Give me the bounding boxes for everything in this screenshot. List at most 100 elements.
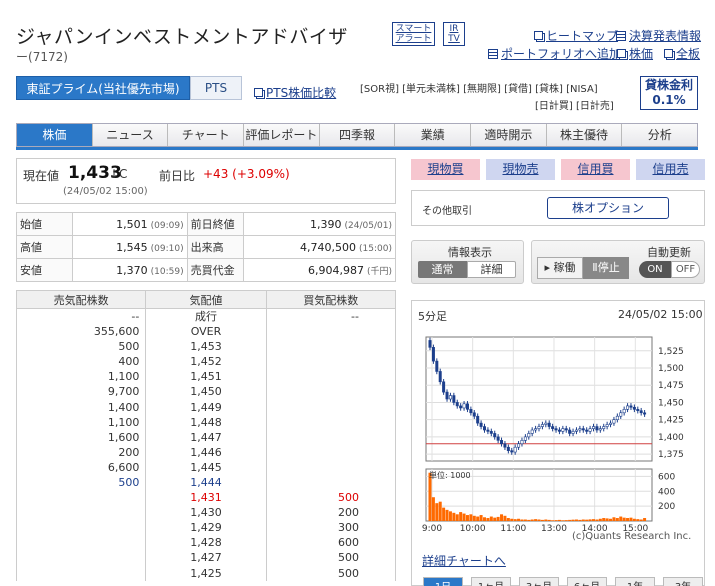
stop-button[interactable]: Ⅱ停止 bbox=[583, 257, 629, 279]
tab-price[interactable]: 株価 bbox=[17, 124, 92, 146]
auto-off-toggle[interactable]: OFF bbox=[671, 261, 700, 278]
bid-qty[interactable]: 200 bbox=[265, 505, 397, 521]
candle-body bbox=[571, 431, 575, 434]
display-detail-button[interactable]: 詳細 bbox=[467, 261, 516, 278]
ohlc-value: 1,545 (09:10) bbox=[72, 235, 188, 259]
tab-analysis[interactable]: 分析 bbox=[621, 124, 698, 146]
bid-qty[interactable] bbox=[265, 384, 397, 400]
quote-price[interactable]: 1,453 bbox=[145, 339, 267, 355]
bid-qty[interactable] bbox=[265, 474, 397, 491]
ask-qty[interactable]: 200 bbox=[15, 444, 147, 460]
bid-qty[interactable]: 500 bbox=[265, 550, 397, 566]
tab-report[interactable]: 評価レポート bbox=[243, 124, 319, 146]
ask-qty[interactable]: 6,600 bbox=[15, 459, 147, 475]
market-tab-pts[interactable]: PTS bbox=[190, 76, 242, 100]
tab-shikiho[interactable]: 四季報 bbox=[318, 124, 395, 146]
stock-option-button[interactable]: 株オプション bbox=[547, 197, 669, 219]
quote-price[interactable]: 1,446 bbox=[145, 444, 267, 460]
quote-price[interactable]: 1,430 bbox=[145, 505, 267, 521]
quote-price[interactable]: 1,449 bbox=[145, 399, 267, 415]
range-tab[interactable]: 1ヶ月 bbox=[471, 577, 511, 586]
ask-qty[interactable]: 500 bbox=[15, 474, 147, 491]
smart-alert-button[interactable]: スマート アラート bbox=[392, 22, 435, 46]
tab-news[interactable]: ニュース bbox=[91, 124, 168, 146]
volume-bar bbox=[476, 516, 480, 521]
bid-qty[interactable]: 500 bbox=[265, 565, 397, 581]
quote-price[interactable]: 1,451 bbox=[145, 369, 267, 385]
bid-qty[interactable] bbox=[265, 324, 397, 340]
tab-disclosure[interactable]: 適時開示 bbox=[470, 124, 546, 146]
margin-sell-button[interactable]: 信用売 bbox=[636, 159, 705, 180]
ask-qty[interactable]: 355,600 bbox=[15, 324, 147, 340]
bid-qty[interactable] bbox=[265, 399, 397, 415]
bid-qty[interactable]: 500 bbox=[265, 490, 397, 506]
range-tab[interactable]: 1年 bbox=[615, 577, 655, 586]
quote-price[interactable]: 1,452 bbox=[145, 354, 267, 370]
range-tab[interactable]: 3年 bbox=[663, 577, 703, 586]
range-tab[interactable]: 1日 bbox=[423, 577, 463, 586]
ask-qty[interactable] bbox=[15, 490, 147, 506]
bid-qty[interactable] bbox=[265, 369, 397, 385]
display-normal-button[interactable]: 通常 bbox=[418, 261, 467, 278]
bid-qty[interactable]: -- bbox=[265, 308, 397, 324]
quote-price[interactable]: 成行 bbox=[145, 308, 267, 324]
cash-sell-button[interactable]: 現物売 bbox=[486, 159, 555, 180]
quote-price[interactable]: 1,431 bbox=[145, 490, 267, 506]
bid-qty[interactable] bbox=[265, 414, 397, 430]
candle-body bbox=[513, 446, 517, 453]
range-tab[interactable]: 6ヶ月 bbox=[567, 577, 607, 586]
lending-fee-box[interactable]: 貸株金利 0.1% bbox=[640, 76, 698, 110]
ir-tv-button[interactable]: IR TV bbox=[443, 22, 465, 46]
ask-qty[interactable]: 1,100 bbox=[15, 414, 147, 430]
ask-qty[interactable]: 9,700 bbox=[15, 384, 147, 400]
detail-chart-link[interactable]: 詳細チャートへ bbox=[422, 552, 506, 569]
quote-price[interactable]: 1,429 bbox=[145, 520, 267, 536]
ask-qty[interactable] bbox=[15, 505, 147, 521]
quote-price[interactable]: 1,425 bbox=[145, 565, 267, 581]
run-button[interactable]: ▸ 稼働 bbox=[537, 257, 583, 279]
range-tab[interactable]: 3ヶ月 bbox=[519, 577, 559, 586]
tab-results[interactable]: 業績 bbox=[394, 124, 471, 146]
ohlc-time: (09:10) bbox=[150, 243, 184, 254]
quote-price[interactable]: 1,450 bbox=[145, 384, 267, 400]
tab-chart[interactable]: チャート bbox=[167, 124, 244, 146]
ask-qty[interactable] bbox=[15, 565, 147, 581]
price-link[interactable]: 株価 bbox=[617, 45, 653, 62]
earnings-link[interactable]: 決算発表情報 bbox=[616, 27, 701, 44]
bid-qty[interactable] bbox=[265, 459, 397, 475]
candle-body bbox=[445, 391, 449, 400]
ask-qty[interactable]: 1,400 bbox=[15, 399, 147, 415]
quote-price[interactable]: OVER bbox=[145, 324, 267, 340]
quote-price[interactable]: 1,427 bbox=[145, 550, 267, 566]
quote-price[interactable]: 1,444 bbox=[145, 474, 267, 491]
add-portfolio-link[interactable]: ポートフォリオへ追加 bbox=[488, 45, 621, 62]
tab-benefits[interactable]: 株主優待 bbox=[545, 124, 622, 146]
full-board-link[interactable]: 全板 bbox=[664, 45, 700, 62]
ask-qty[interactable]: 1,100 bbox=[15, 369, 147, 385]
quote-price[interactable]: 1,428 bbox=[145, 535, 267, 551]
market-tab-tse[interactable]: 東証プライム(当社優先市場) bbox=[16, 76, 190, 100]
ask-qty[interactable]: 400 bbox=[15, 354, 147, 370]
quote-price[interactable]: 1,445 bbox=[145, 459, 267, 475]
ask-qty[interactable]: -- bbox=[15, 308, 147, 324]
bid-qty[interactable]: 600 bbox=[265, 535, 397, 551]
intraday-chart[interactable]: 1,525 1,500 1,475 1,450 1,425 1,400 1,375 600 40… bbox=[412, 301, 704, 585]
quote-price[interactable]: 1,448 bbox=[145, 414, 267, 430]
pts-compare-link[interactable]: PTS株価比較 bbox=[254, 84, 336, 101]
ask-qty[interactable]: 1,600 bbox=[15, 429, 147, 445]
ask-qty[interactable]: 500 bbox=[15, 339, 147, 355]
ask-qty[interactable] bbox=[15, 535, 147, 551]
ask-qty[interactable] bbox=[15, 550, 147, 566]
bid-qty[interactable] bbox=[265, 354, 397, 370]
bid-qty[interactable] bbox=[265, 444, 397, 460]
cash-buy-button[interactable]: 現物買 bbox=[411, 159, 480, 180]
volume-bar bbox=[459, 512, 463, 521]
quote-price[interactable]: 1,447 bbox=[145, 429, 267, 445]
ask-qty[interactable] bbox=[15, 520, 147, 536]
heatmap-link[interactable]: ヒートマップ bbox=[534, 27, 618, 44]
bid-qty[interactable] bbox=[265, 339, 397, 355]
bid-qty[interactable] bbox=[265, 429, 397, 445]
auto-on-toggle[interactable]: ON bbox=[639, 261, 671, 278]
bid-qty[interactable]: 300 bbox=[265, 520, 397, 536]
margin-buy-button[interactable]: 信用買 bbox=[561, 159, 630, 180]
